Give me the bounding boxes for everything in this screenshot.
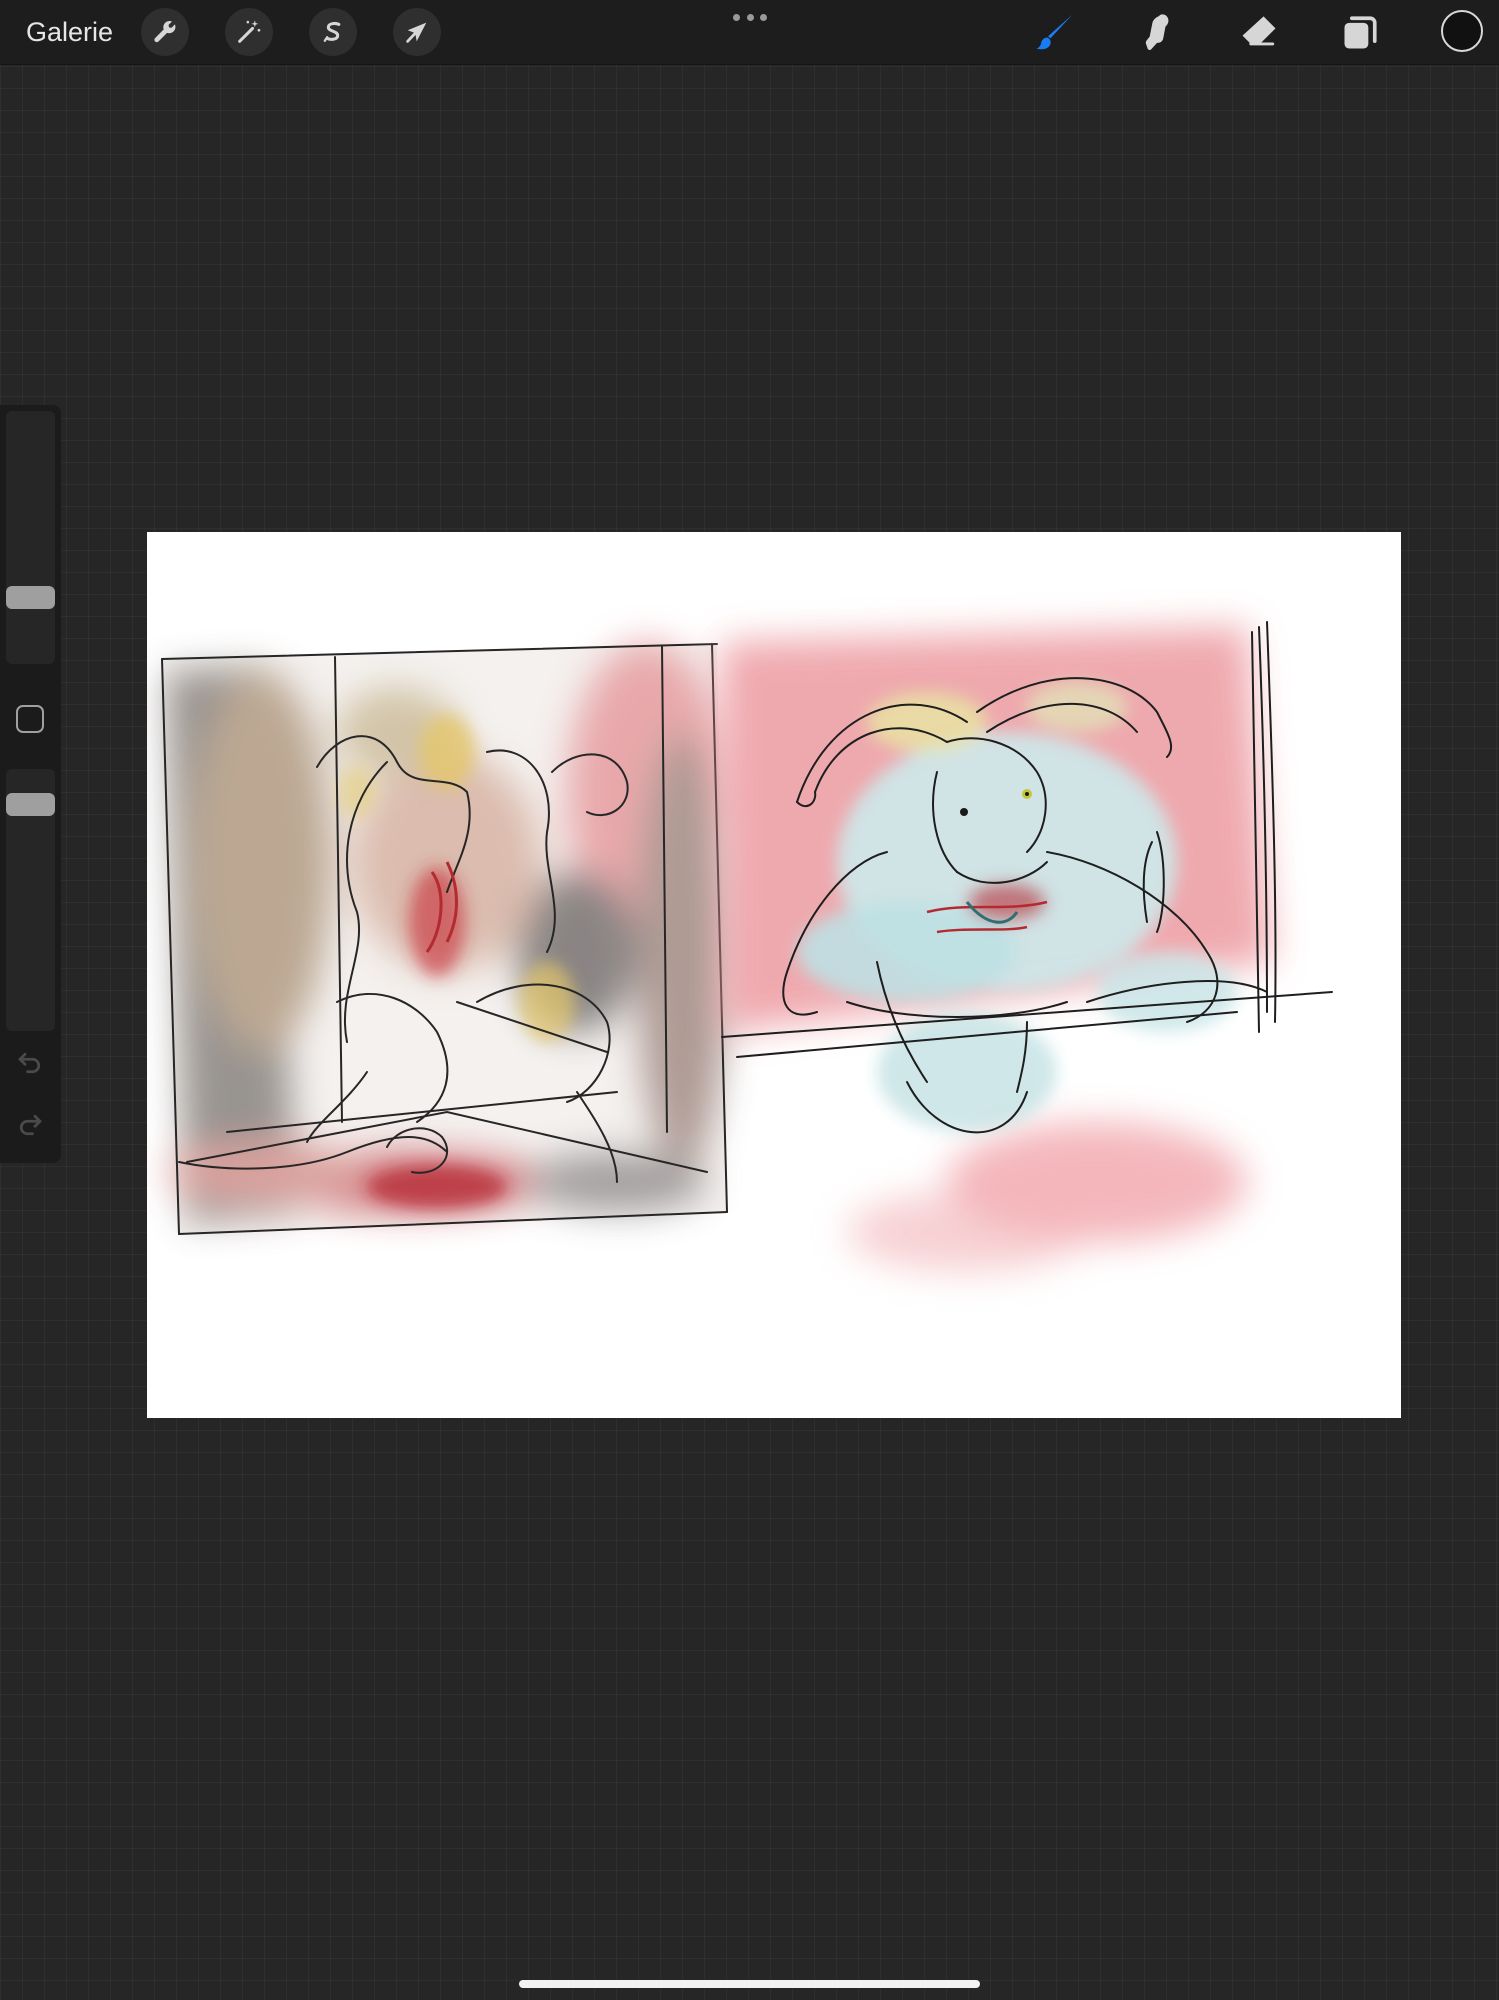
- home-indicator: [519, 1980, 980, 1988]
- layers-icon: [1344, 16, 1377, 49]
- selection-button[interactable]: [309, 8, 357, 56]
- arrow-cursor-icon: [406, 22, 427, 43]
- eraser-icon: [1242, 16, 1276, 46]
- undo-button[interactable]: [13, 1046, 47, 1080]
- brush-size-slider[interactable]: [6, 411, 55, 664]
- undo-icon: [18, 1052, 41, 1074]
- drawing-canvas[interactable]: [147, 532, 1401, 1418]
- opacity-handle[interactable]: [6, 792, 55, 816]
- adjustments-button[interactable]: [225, 8, 273, 56]
- eraser-tool-button[interactable]: [1234, 8, 1284, 56]
- dot: [733, 13, 740, 21]
- magic-wand-icon: [238, 20, 261, 43]
- modify-button[interactable]: [16, 705, 44, 733]
- left-panel: [161, 642, 728, 1235]
- left-sidebar: [0, 405, 61, 1163]
- redo-icon: [19, 1114, 42, 1136]
- brush-icon: [1036, 14, 1073, 50]
- artwork-sketch: [161, 621, 1333, 1272]
- selection-s-icon: [323, 21, 341, 42]
- paint-tool-button[interactable]: [1030, 8, 1080, 56]
- gallery-button[interactable]: Galerie: [26, 14, 113, 50]
- smudge-icon: [1145, 14, 1169, 51]
- procreate-app: Galerie: [0, 0, 1499, 2000]
- dot: [760, 13, 767, 21]
- transform-button[interactable]: [393, 8, 441, 56]
- color-swatch-button[interactable]: [1441, 10, 1483, 52]
- wrench-icon: [154, 21, 176, 43]
- redo-button[interactable]: [13, 1108, 47, 1142]
- top-toolbar: Galerie: [0, 0, 1499, 65]
- brush-size-handle[interactable]: [6, 585, 55, 609]
- more-options-button[interactable]: [733, 12, 767, 22]
- layers-button[interactable]: [1336, 8, 1386, 56]
- right-panel: [721, 621, 1333, 1272]
- dot: [746, 13, 754, 21]
- smudge-tool-button[interactable]: [1132, 8, 1182, 56]
- actions-button[interactable]: [141, 8, 189, 56]
